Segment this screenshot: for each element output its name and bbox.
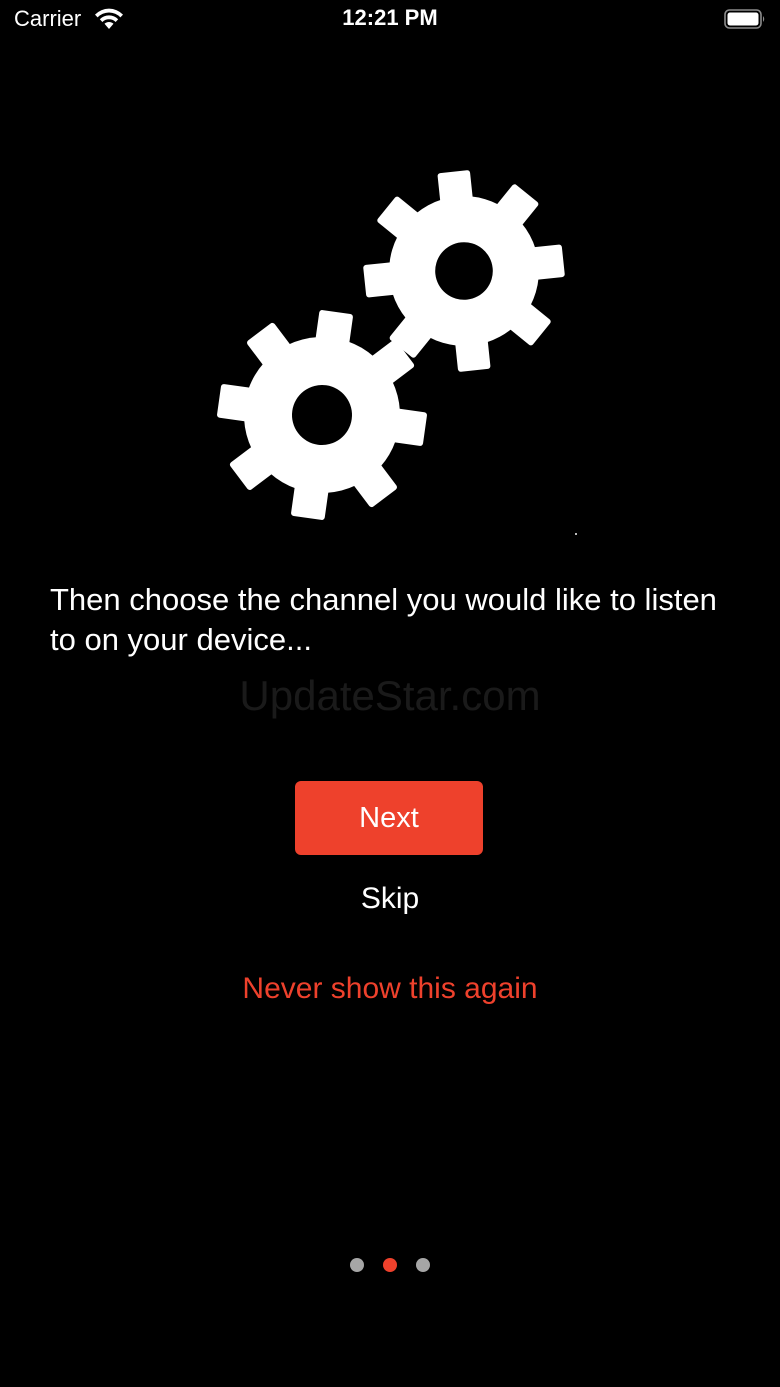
stray-dot	[575, 533, 577, 535]
page-indicator[interactable]	[0, 1258, 780, 1274]
never-show-again-button[interactable]: Never show this again	[190, 966, 590, 1012]
page-dot-1[interactable]	[350, 1258, 364, 1272]
onboarding-instruction: Then choose the channel you would like t…	[50, 582, 717, 657]
status-bar: Carrier 12:21 PM	[0, 0, 780, 44]
next-button[interactable]: Next	[295, 781, 483, 855]
skip-button[interactable]: Skip	[310, 876, 470, 922]
watermark: UpdateStar.com	[239, 672, 541, 719]
battery-icon	[724, 9, 765, 29]
page-dot-2[interactable]	[383, 1258, 397, 1272]
clock: 12:21 PM	[342, 5, 438, 30]
page-dot-3[interactable]	[416, 1258, 430, 1272]
gears-icon	[210, 165, 570, 525]
